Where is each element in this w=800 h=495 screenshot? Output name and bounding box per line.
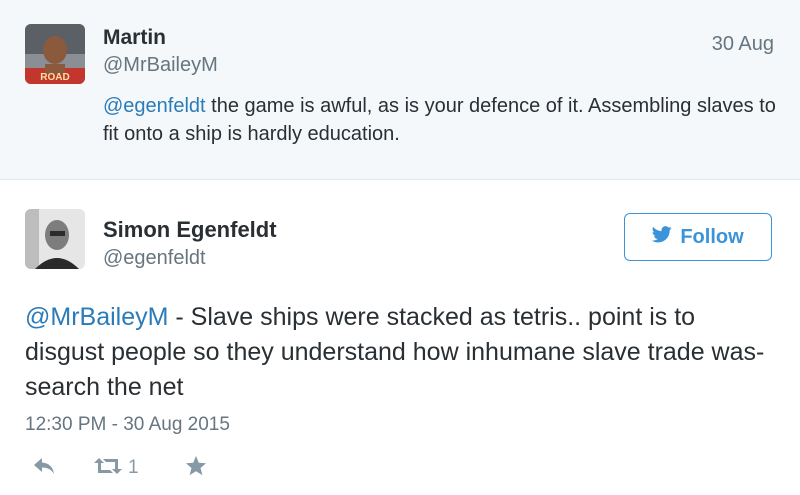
reply-tweet: ROAD Martin @MrBaileyM 30 Aug @egenfeldt… <box>0 0 800 180</box>
reply-text: @egenfeldt the game is awful, as is your… <box>103 92 783 148</box>
reply-icon <box>33 457 55 480</box>
reply-button[interactable] <box>33 452 55 484</box>
twitter-bird-icon <box>652 225 672 249</box>
favorite-button[interactable] <box>185 452 207 484</box>
follow-label: Follow <box>680 225 744 248</box>
avatar[interactable]: ROAD <box>25 24 85 84</box>
author-handle[interactable]: @egenfeldt <box>103 247 206 270</box>
mention-link[interactable]: @MrBaileyM <box>25 303 168 331</box>
favorite-icon <box>185 455 207 481</box>
retweet-button[interactable]: 1 <box>93 452 139 484</box>
mention-link[interactable]: @egenfeldt <box>103 95 206 117</box>
tweet-time[interactable]: 30 Aug <box>712 33 774 56</box>
author-name[interactable]: Simon Egenfeldt <box>103 217 277 243</box>
retweet-icon <box>93 456 123 481</box>
follow-button[interactable]: Follow <box>624 213 772 261</box>
retweet-count: 1 <box>128 457 139 478</box>
author-handle[interactable]: @MrBaileyM <box>103 54 218 77</box>
author-name[interactable]: Martin <box>103 26 166 50</box>
avatar[interactable] <box>25 209 85 269</box>
tweet-timestamp[interactable]: 12:30 PM - 30 Aug 2015 <box>25 414 230 436</box>
svg-text:ROAD: ROAD <box>40 72 69 83</box>
tweet-text: @MrBaileyM - Slave ships were stacked as… <box>25 300 765 405</box>
